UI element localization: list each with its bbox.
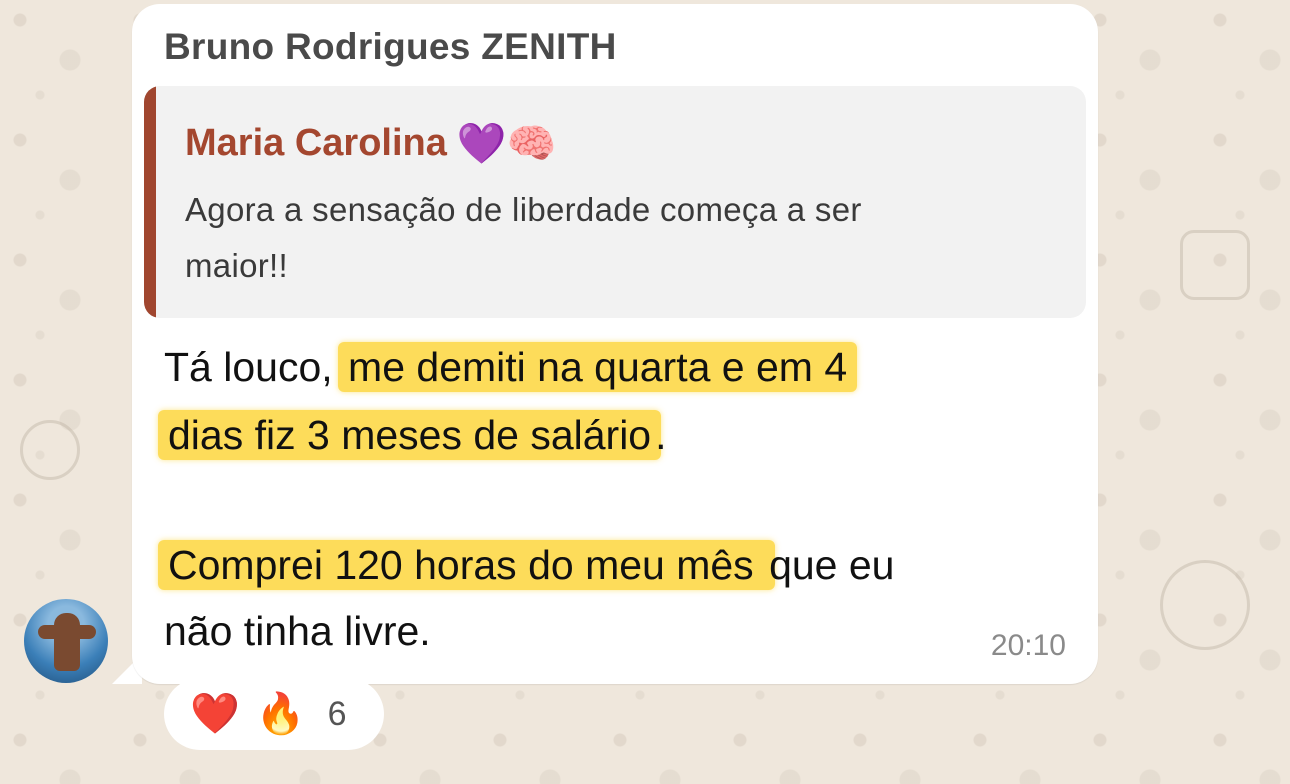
text-plain: que eu xyxy=(769,542,895,588)
quoted-message[interactable]: Maria Carolina 💜🧠 Agora a sensação de li… xyxy=(144,86,1086,318)
message-line-2: dias fiz 3 meses de salário. xyxy=(158,410,667,460)
message-bubble[interactable]: Bruno Rodrigues ZENITH Maria Carolina 💜🧠… xyxy=(132,4,1098,684)
quote-accent-bar xyxy=(144,86,156,318)
text-plain: não tinha livre. xyxy=(164,608,431,654)
text-plain: Tá louco, xyxy=(164,344,345,390)
wallpaper-doodle xyxy=(1160,560,1250,650)
text-highlight: me demiti na quarta e em 4 xyxy=(338,342,858,392)
message-line-4: não tinha livre. xyxy=(164,608,431,655)
text-highlight: dias fiz 3 meses de salário xyxy=(158,410,662,460)
message-timestamp: 20:10 xyxy=(990,629,1066,662)
wallpaper-doodle xyxy=(20,420,80,480)
message-line-1: Tá louco, me demiti na quarta e em 4 xyxy=(164,342,858,392)
fire-icon: 🔥 xyxy=(255,692,306,736)
text-highlight: Comprei 120 horas do meu mês xyxy=(158,540,776,590)
reactions-pill[interactable]: ❤️ 🔥 6 xyxy=(164,678,384,750)
quoted-text-line1: Agora a sensação de liberdade começa a s… xyxy=(185,191,862,228)
message-line-3: Comprei 120 horas do meu mês que eu xyxy=(158,540,895,590)
quoted-text-line2: maior!! xyxy=(185,247,288,284)
quoted-text: Agora a sensação de liberdade começa a s… xyxy=(185,182,1045,294)
quoted-author-name: Maria Carolina xyxy=(185,122,447,164)
avatar[interactable] xyxy=(24,599,108,683)
heart-brain-emoji-icon: 💜🧠 xyxy=(456,121,557,166)
avatar-figure xyxy=(54,613,80,671)
sender-name[interactable]: Bruno Rodrigues ZENITH xyxy=(164,26,617,68)
text-plain: . xyxy=(655,412,667,458)
wallpaper-doodle xyxy=(1180,230,1250,300)
reaction-count: 6 xyxy=(327,694,347,733)
quoted-author: Maria Carolina 💜🧠 xyxy=(185,122,556,165)
heart-icon: ❤️ xyxy=(190,692,240,736)
